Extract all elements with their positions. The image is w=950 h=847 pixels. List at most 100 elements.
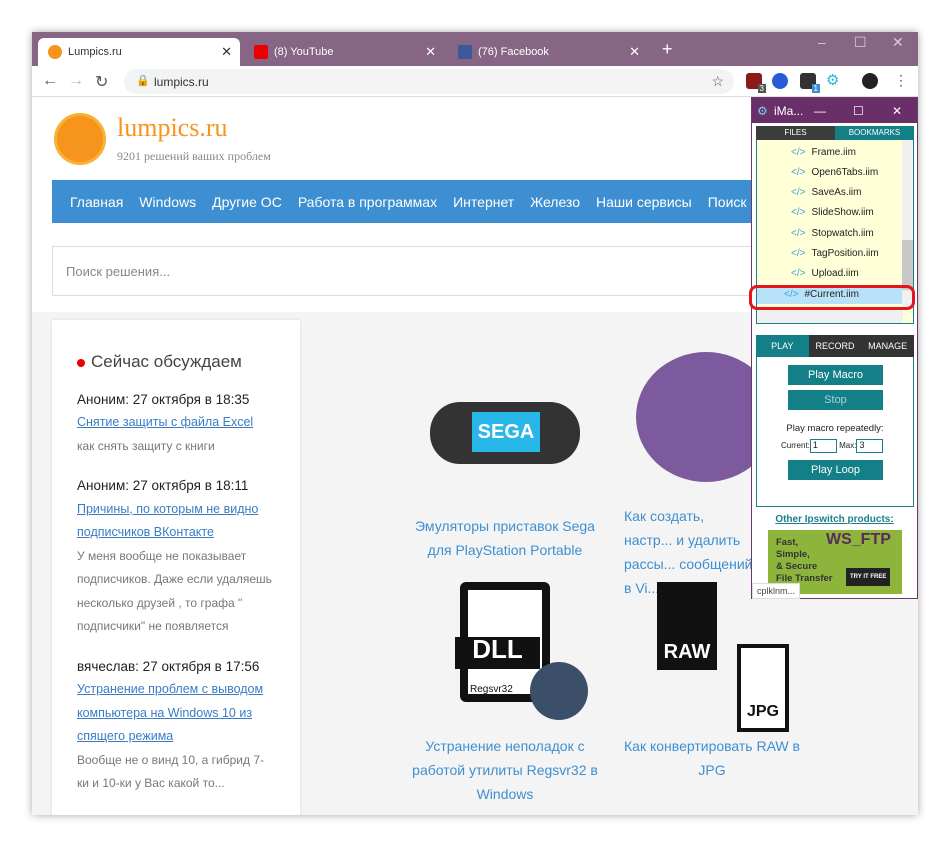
badge: 3 (757, 84, 766, 93)
youtube-icon (254, 45, 268, 59)
orange-logo-icon[interactable] (54, 113, 106, 165)
discussion-sidebar: Сейчас обсуждаем Аноним: 27 октября в 18… (52, 320, 300, 815)
comment-link[interactable]: Причины, по которым не видно подписчиков… (77, 502, 258, 540)
tab-lumpics[interactable]: Lumpics.ru ✕ (38, 38, 240, 66)
close-tab-icon[interactable]: ✕ (629, 44, 640, 60)
play-macro-button[interactable]: Play Macro (788, 365, 883, 385)
repeat-label: Play macro repeatedly: (786, 423, 884, 434)
comment: Аноним: 27 октября в 18:35 Снятие защиты … (77, 388, 275, 459)
lock-icon: 🔒 (136, 75, 150, 87)
article-card[interactable]: SEGA Эмуляторы приставок Sega для PlaySt… (410, 362, 600, 562)
menu-item[interactable]: Работа в программах (298, 194, 437, 210)
comment-text: как снять защиту с книги (77, 438, 215, 453)
play-loop-button[interactable]: Play Loop (788, 460, 883, 480)
menu-item[interactable]: Интернет (453, 194, 514, 210)
code-icon: </> (791, 248, 806, 259)
new-tab-button[interactable]: + (652, 35, 673, 63)
file-item[interactable]: </> SlideShow.iim (791, 207, 874, 218)
action-tabs: PLAY RECORD MANAGE (756, 335, 915, 357)
menu-item[interactable]: Windows (139, 194, 196, 210)
comment-link[interactable]: Устранение проблем с выводом компьютера … (77, 682, 263, 743)
tab-label: Lumpics.ru (68, 46, 122, 58)
tab-youtube[interactable]: (8) YouTube ✕ (244, 38, 444, 66)
close-icon[interactable]: ✕ (892, 104, 902, 118)
search-input[interactable]: Поиск решения... (52, 246, 762, 296)
sega-text: SEGA (472, 412, 540, 452)
file-item[interactable]: </> Stopwatch.iim (791, 228, 874, 239)
tab-bookmarks[interactable]: BOOKMARKS (835, 126, 914, 140)
max-input[interactable]: 3 (856, 439, 884, 453)
file-item[interactable]: </> Upload.iim (791, 268, 859, 279)
comment-link[interactable]: Снятие защиты с файла Excel (77, 415, 253, 429)
file-item[interactable]: </> Frame.iim (791, 147, 856, 158)
highlight-box (749, 285, 915, 310)
article-title[interactable]: Как конвертировать RAW в JPG (617, 734, 807, 782)
current-label: Current: (781, 441, 810, 451)
imacros-gear-icon[interactable]: ⚙ (826, 71, 842, 89)
ublock-extension-icon[interactable]: 3 (746, 73, 766, 93)
tab-facebook[interactable]: (76) Facebook ✕ (448, 38, 648, 66)
close-tab-icon[interactable]: ✕ (221, 44, 232, 60)
article-card[interactable]: Как создать, настр... и удалить рассы...… (624, 352, 754, 600)
menu-item[interactable]: Наши сервисы (596, 194, 692, 210)
menu-item[interactable]: Другие ОС (212, 194, 282, 210)
tab-label: (8) YouTube (274, 46, 334, 58)
code-icon: </> (791, 167, 806, 178)
comment-text: Вообще не о винд 10, а гибрид 7-ки и 10-… (77, 752, 265, 791)
site-name[interactable]: lumpics.ru (117, 113, 228, 143)
star-icon[interactable]: ☆ (711, 73, 724, 90)
forward-icon[interactable]: → (68, 72, 84, 90)
close-tab-icon[interactable]: ✕ (425, 44, 436, 60)
tools-icon (530, 662, 588, 720)
back-icon[interactable]: ← (42, 72, 58, 90)
maximize-icon[interactable]: ☐ (854, 34, 867, 51)
tab-label: (76) Facebook (478, 46, 549, 58)
file-tabs: FILES BOOKMARKS (756, 126, 914, 140)
tab-files[interactable]: FILES (756, 126, 835, 140)
article-title[interactable]: Устранение неполадок с работой утилиты R… (410, 734, 600, 806)
dll-text: DLL (455, 636, 540, 669)
raw-jpg-image: RAW JPG (637, 582, 789, 732)
comment-author: Аноним: 27 октября в 18:35 (77, 391, 250, 407)
minimize-icon[interactable]: – (818, 34, 826, 50)
current-input[interactable]: 1 (809, 439, 837, 453)
file-item[interactable]: </> TagPosition.iim (791, 248, 879, 259)
maximize-icon[interactable]: ☐ (853, 104, 864, 118)
toolbar: ← → ↻ 🔒 lumpics.ru ☆ 3 1 ⚙ ⋮ (32, 66, 918, 97)
dll-file-image: DLL Regsvr32 (430, 582, 588, 722)
menu-item[interactable]: Главная (70, 194, 123, 210)
menu-item[interactable]: Железо (530, 194, 580, 210)
article-title[interactable]: Эмуляторы приставок Sega для PlayStation… (410, 514, 600, 562)
comment-author: Аноним: 27 октября в 18:11 (77, 478, 249, 493)
site-tagline: 9201 решений ваших проблем (117, 149, 271, 163)
horizontal-scrollbar[interactable] (757, 310, 903, 323)
article-card[interactable]: DLL Regsvr32 Устранение неполадок с работ… (410, 582, 600, 806)
play-panel: Play Macro Stop Play macro repeatedly: C… (756, 357, 914, 507)
other-products-link[interactable]: Other Ipswitch products: (752, 514, 917, 525)
code-icon: </> (791, 228, 806, 239)
viber-image (636, 352, 754, 492)
vpn-extension-icon[interactable] (772, 73, 788, 89)
code-icon: </> (791, 207, 806, 218)
try-it-free-button[interactable]: TRY IT FREE (846, 568, 891, 586)
tab-play[interactable]: PLAY (756, 335, 809, 357)
stop-button[interactable]: Stop (788, 390, 883, 410)
main-menu: Главная Windows Другие ОС Работа в программ… (52, 180, 762, 223)
badge: 1 (811, 84, 820, 93)
menu-dots-icon[interactable]: ⋮ (894, 72, 908, 89)
avatar[interactable] (862, 73, 878, 89)
tab-record[interactable]: RECORD (808, 335, 862, 357)
orange-favicon-icon (48, 45, 62, 59)
minimize-icon[interactable]: — (814, 104, 826, 118)
extension-icon[interactable]: 1 (800, 73, 820, 93)
tab-manage[interactable]: MANAGE (861, 335, 915, 357)
article-card[interactable]: RAW JPG Как конвертировать RAW в JPG (617, 582, 807, 782)
status-bubble: cplklnm... (752, 583, 801, 599)
address-bar[interactable]: 🔒 lumpics.ru ☆ (124, 69, 734, 94)
imacros-gear-icon: ⚙ (757, 104, 768, 118)
file-item[interactable]: </> Open6Tabs.iim (791, 167, 878, 178)
file-item[interactable]: </> SaveAs.iim (791, 187, 861, 198)
reload-icon[interactable]: ↻ (95, 72, 108, 92)
close-window-icon[interactable]: ✕ (892, 34, 904, 51)
imacros-titlebar: ⚙ iMa... — ☐ ✕ (752, 98, 917, 123)
